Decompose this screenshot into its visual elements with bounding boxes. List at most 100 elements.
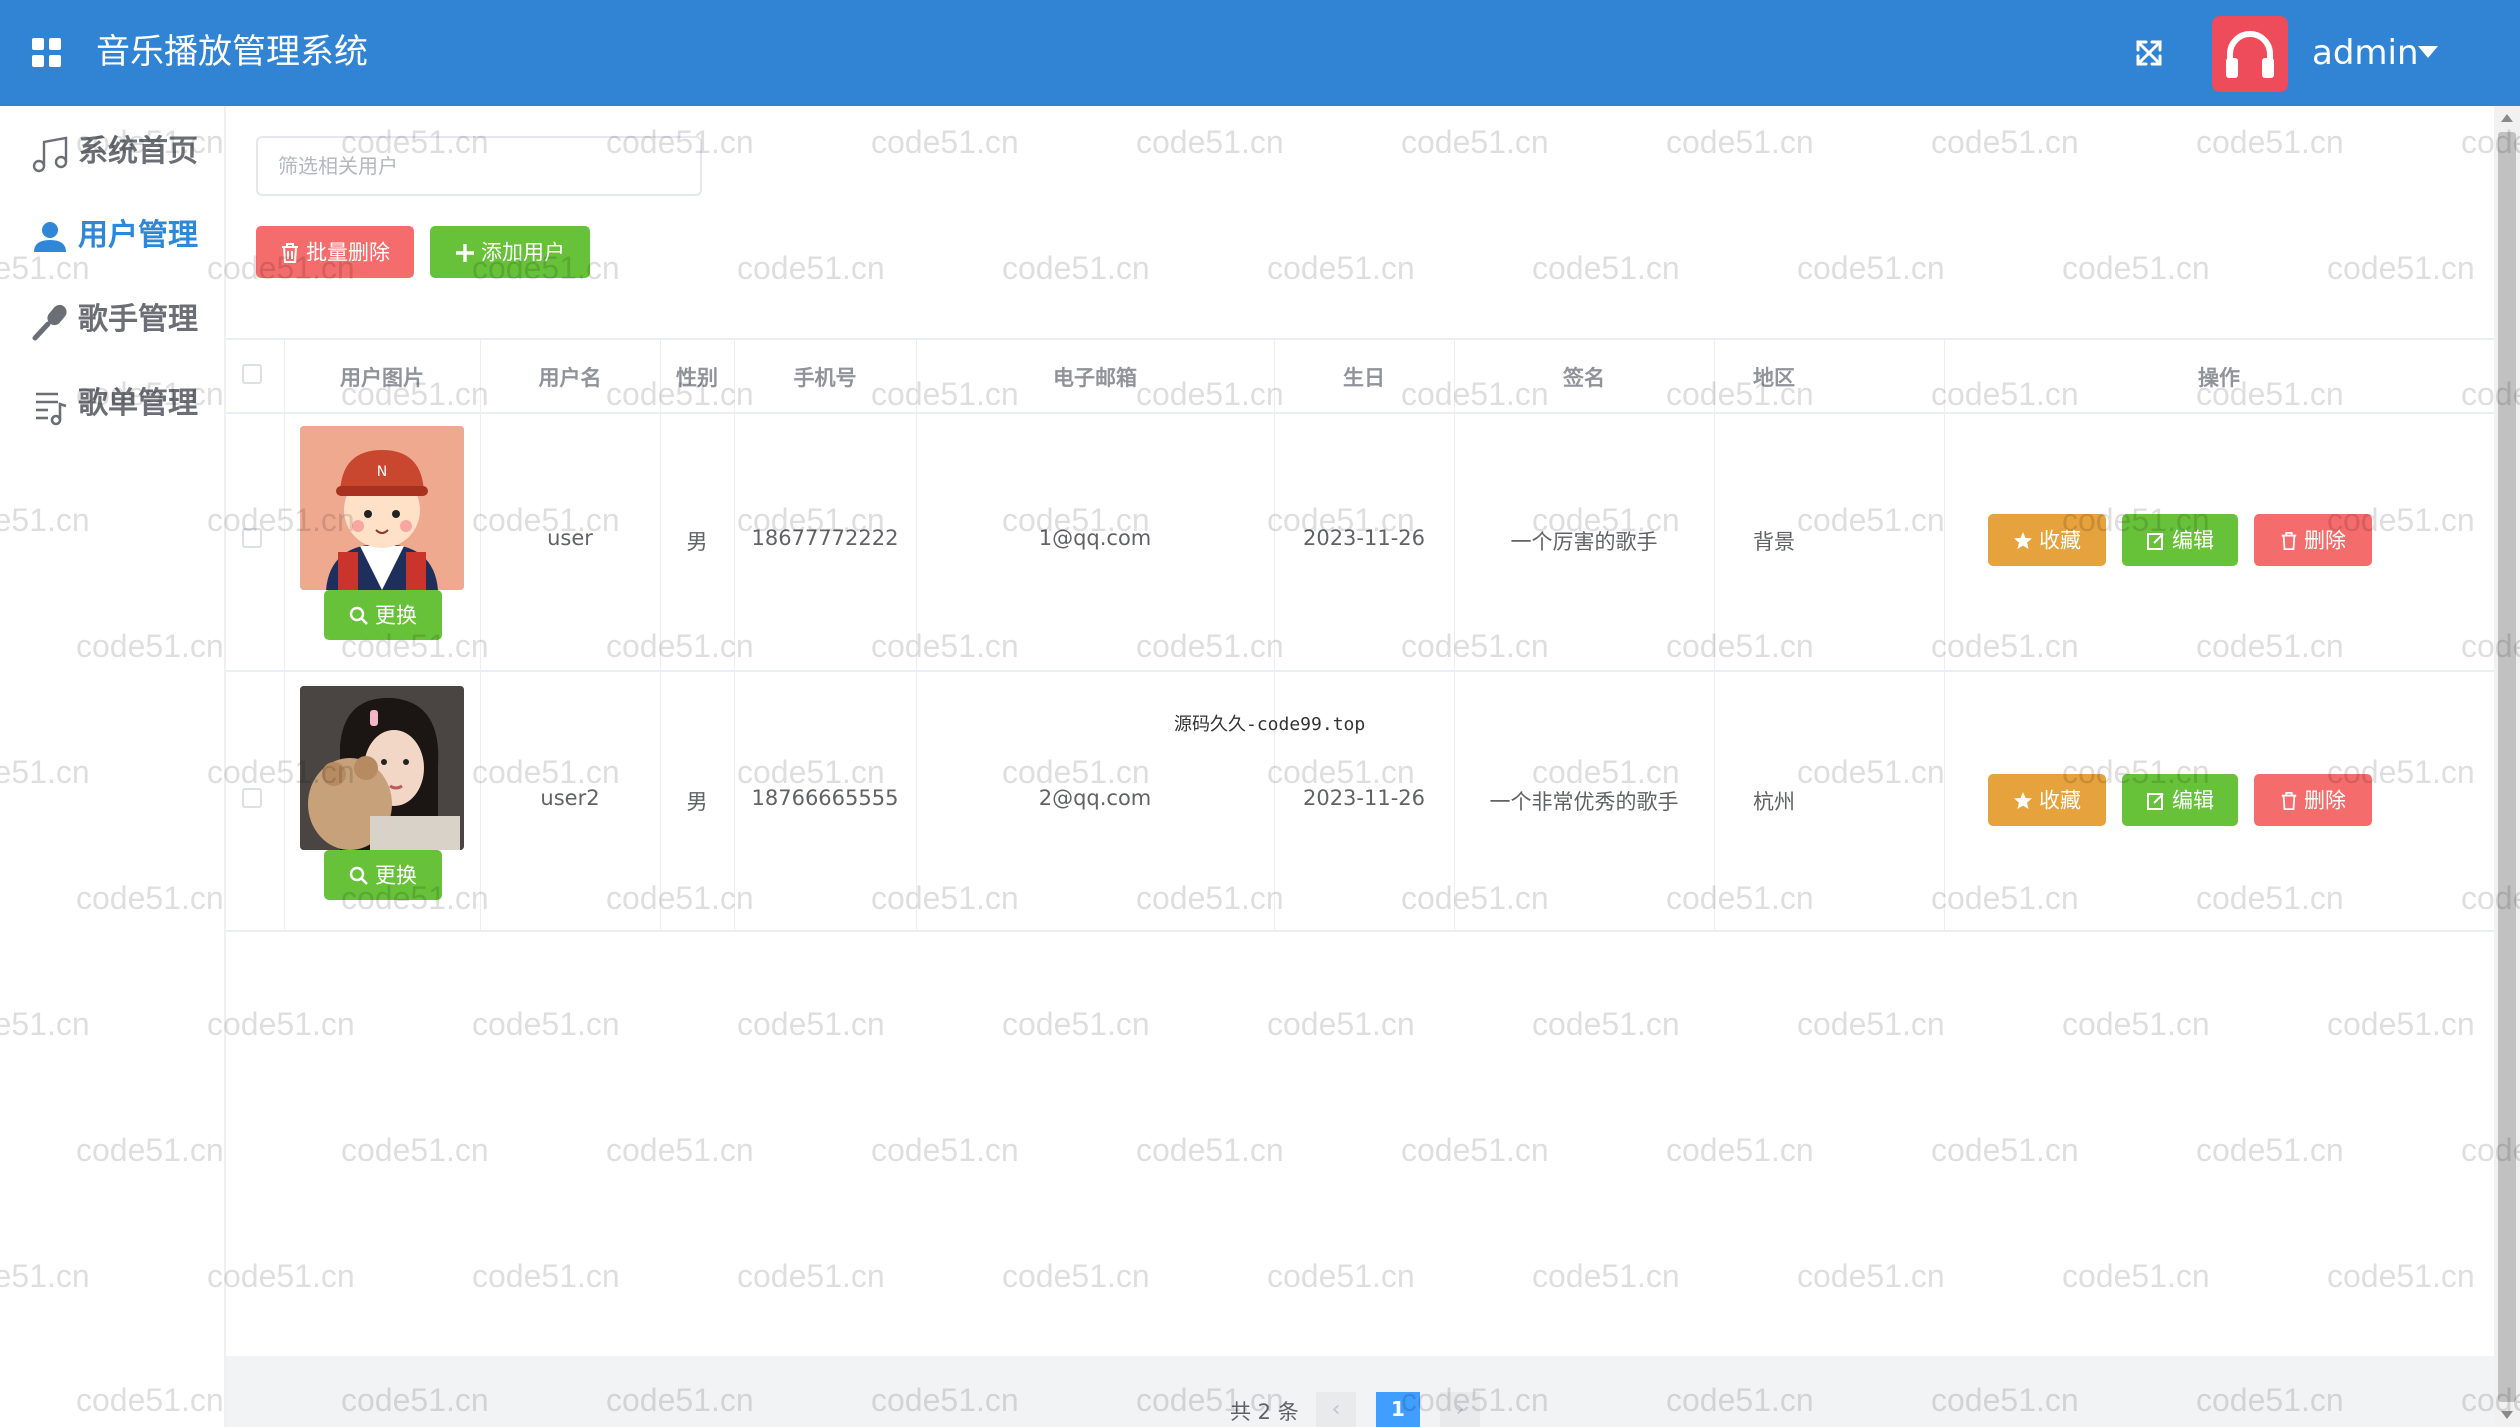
delete-button[interactable]: 删除 (2254, 514, 2372, 566)
cell-region: 杭州 (1753, 790, 1795, 814)
delete-label: 删除 (2304, 529, 2346, 553)
cell-gender: 男 (686, 790, 708, 814)
edit-label: 编辑 (2172, 789, 2214, 813)
watermark-text: code51.cn (1797, 250, 1945, 286)
menu-grid-icon[interactable] (32, 38, 62, 68)
change-avatar-button[interactable]: 更换 (324, 590, 442, 640)
watermark-text: code51.cn (1267, 250, 1415, 286)
scroll-down-icon[interactable] (2501, 1411, 2513, 1419)
delete-label: 删除 (2304, 789, 2346, 813)
watermark-text: code51.cn (1136, 1132, 1284, 1168)
column-header: 用户图片 (340, 366, 424, 390)
watermark-text: code51.cn (871, 1132, 1019, 1168)
change-label: 更换 (375, 604, 417, 628)
watermark-text: code51.cn (472, 1258, 620, 1294)
watermark-text: code51.cn (2062, 1258, 2210, 1294)
sidebar-item-users[interactable]: 用户管理 (26, 204, 226, 264)
top-header: 音乐播放管理系统 admin (0, 0, 2520, 106)
watermark-text: code51.cn (606, 1132, 754, 1168)
watermark-text: code51.cn (737, 250, 885, 286)
scroll-up-icon[interactable] (2501, 114, 2513, 122)
edit-button[interactable]: 编辑 (2122, 514, 2238, 566)
favorite-label: 收藏 (2039, 789, 2081, 813)
pagination-next-button[interactable]: › (1440, 1392, 1480, 1427)
user-menu-name[interactable]: admin (2312, 30, 2419, 76)
favorite-button[interactable]: 收藏 (1988, 774, 2106, 826)
pagination-total: 共 2 条 (1230, 1400, 1299, 1424)
watermark-text: code51.cn (2062, 1006, 2210, 1042)
watermark-text: code51.cn (737, 1006, 885, 1042)
column-header: 性别 (676, 366, 718, 390)
delete-button[interactable]: 删除 (2254, 774, 2372, 826)
star-icon (2014, 792, 2032, 810)
trash-icon (2281, 792, 2297, 811)
search-icon (349, 607, 368, 626)
column-header: 手机号 (793, 366, 857, 390)
pagination-prev-button[interactable]: ‹ (1316, 1392, 1356, 1427)
watermark-text: code51.cn (2327, 250, 2475, 286)
app-title: 音乐播放管理系统 (96, 32, 368, 72)
cell-birthday: 2023-11-26 (1302, 786, 1426, 810)
change-avatar-button[interactable]: 更换 (324, 850, 442, 900)
cell-username: user2 (540, 786, 600, 810)
watermark-text: code51.cn (1532, 1258, 1680, 1294)
fullscreen-icon[interactable] (2132, 36, 2166, 70)
watermark-text: code51.cn (2062, 250, 2210, 286)
music-note-icon (32, 136, 68, 173)
edit-icon (2147, 533, 2164, 551)
edit-icon (2147, 793, 2164, 811)
trash-icon (2281, 532, 2297, 551)
cell-phone: 18766665555 (751, 786, 899, 810)
watermark-text: code51.cn (1002, 1258, 1150, 1294)
watermark-text: code51.cn (2196, 124, 2344, 160)
caret-down-icon[interactable] (2418, 46, 2438, 58)
cell-email: 1@qq.com (1038, 526, 1152, 550)
table-row: N 更换 user 男 18677772222 1@qq.com 2023-11… (226, 410, 2494, 672)
row-checkbox[interactable] (242, 528, 262, 548)
watermark-text: code51.cn (341, 1132, 489, 1168)
watermark-text: code51.cn (1002, 1006, 1150, 1042)
watermark-text: code51.cn (737, 1258, 885, 1294)
edit-button[interactable]: 编辑 (2122, 774, 2238, 826)
cell-email: 2@qq.com (1038, 786, 1152, 810)
sidebar-item-home[interactable]: 系统首页 (26, 120, 226, 180)
search-icon (349, 867, 368, 886)
watermark-text: code51.cn (1532, 250, 1680, 286)
page-scrollbar[interactable] (2494, 106, 2520, 1427)
watermark-text: code51.cn (1267, 1258, 1415, 1294)
star-icon (2014, 532, 2032, 550)
watermark-text: code51.cn (1931, 1132, 2079, 1168)
scroll-thumb[interactable] (2498, 132, 2516, 1402)
favorite-button[interactable]: 收藏 (1988, 514, 2106, 566)
column-header: 签名 (1563, 366, 1605, 390)
watermark-text: code51.cn (2327, 1006, 2475, 1042)
pagination: 共 2 条 ‹ 1 › (226, 1356, 2494, 1427)
cell-username: user (547, 526, 593, 550)
user-icon (34, 222, 66, 252)
sidebar-item-label: 歌手管理 (78, 302, 198, 337)
headphones-icon (2226, 31, 2274, 78)
watermark-text: code51.cn (207, 1258, 355, 1294)
microphone-icon (32, 304, 67, 341)
sidebar-item-playlists[interactable]: 歌单管理 (26, 372, 226, 432)
edit-label: 编辑 (2172, 529, 2214, 553)
avatar[interactable] (2212, 16, 2288, 92)
column-header: 用户名 (538, 366, 602, 390)
select-all-checkbox[interactable] (242, 364, 262, 384)
row-checkbox[interactable] (242, 788, 262, 808)
user-avatar-image: N (300, 426, 464, 590)
cell-signature: 一个厉害的歌手 (1510, 530, 1658, 554)
pagination-page-button[interactable]: 1 (1376, 1392, 1420, 1427)
watermark-text: code51.cn (1797, 1258, 1945, 1294)
search-input[interactable] (256, 136, 702, 196)
cell-phone: 18677772222 (751, 526, 899, 550)
sidebar-item-singers[interactable]: 歌手管理 (26, 288, 226, 348)
watermark-text: code51.cn (1666, 124, 1814, 160)
watermark-text: code51.cn (2327, 1258, 2475, 1294)
watermark-text: code51.cn (472, 1006, 620, 1042)
batch-delete-label: 批量删除 (306, 241, 390, 265)
watermark-text: code51.cn (1401, 1132, 1549, 1168)
batch-delete-button[interactable]: 批量删除 (256, 226, 414, 278)
add-user-button[interactable]: 添加用户 (430, 226, 590, 278)
sidebar-item-label: 系统首页 (78, 134, 198, 169)
